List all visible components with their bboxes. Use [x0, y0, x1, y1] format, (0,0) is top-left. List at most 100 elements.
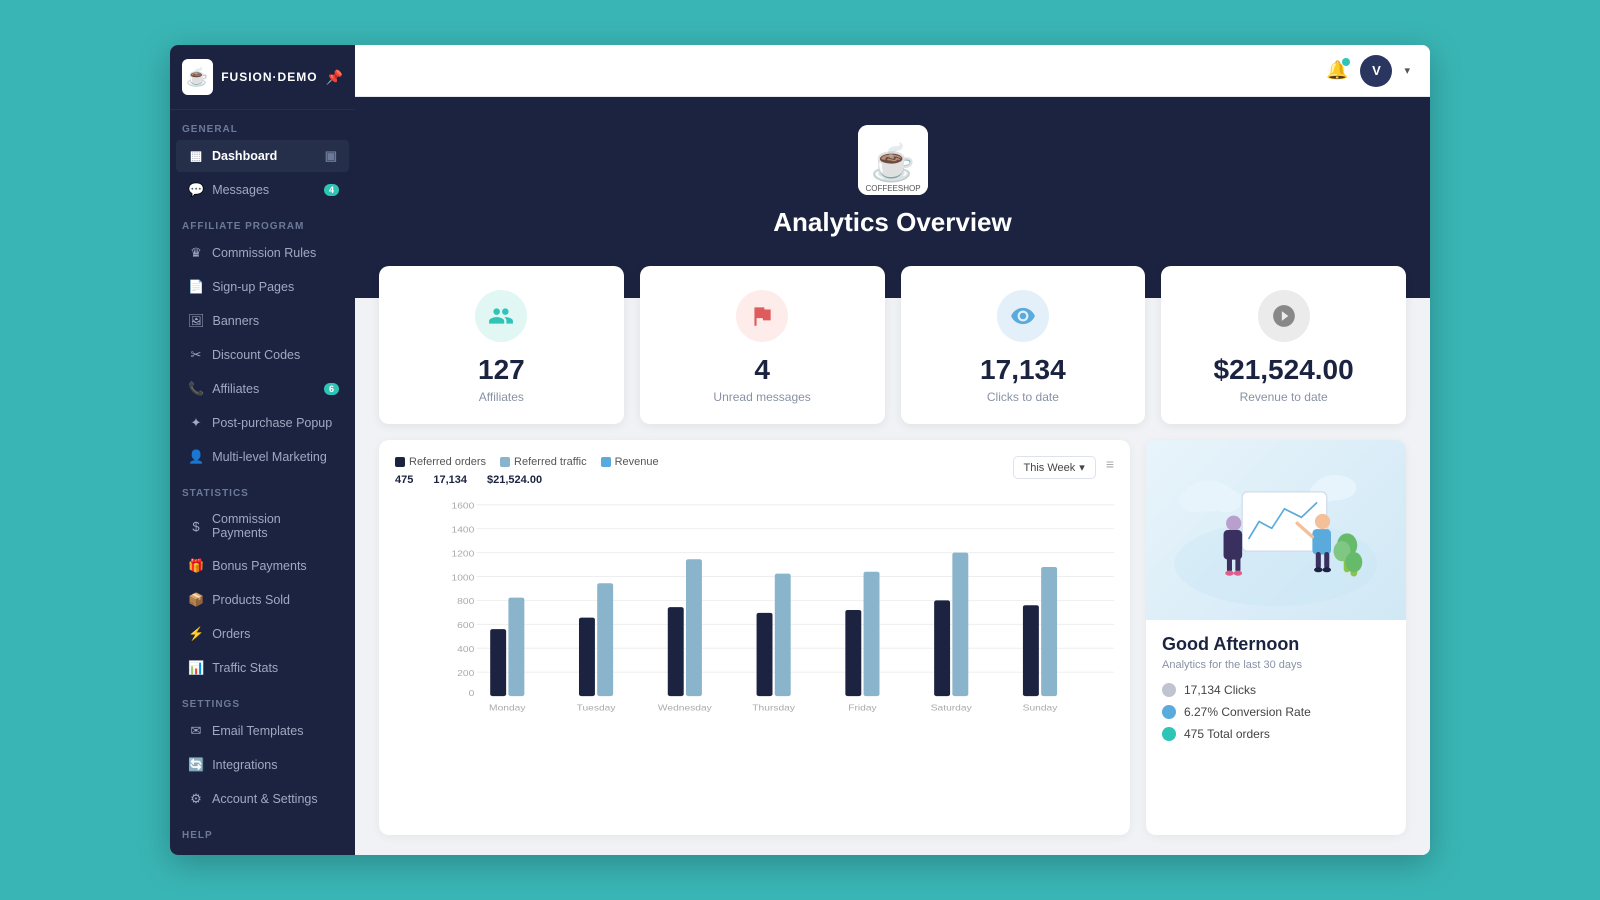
bar-chart: 1600 1400 1200 1000 800 600 400 200 0: [395, 500, 1114, 819]
affiliates-stat-icon: [475, 290, 527, 342]
chart-filter-button[interactable]: This Week ▾: [1013, 456, 1096, 479]
stat-card-clicks: 17,134 Clicks to date: [901, 266, 1146, 424]
main-area: 🔔 V ▾ ☕ COFFEESHOP Analytics Overview: [355, 45, 1430, 855]
dashboard-icon: ▦: [188, 148, 204, 164]
revenue-value: $21,524.00: [1214, 354, 1354, 386]
sidebar-item-bonus-payments[interactable]: 🎁 Bonus Payments: [176, 550, 349, 582]
commission-icon: ♛: [188, 245, 204, 261]
sidebar-item-products-sold[interactable]: 📦 Products Sold: [176, 584, 349, 616]
svg-text:Saturday: Saturday: [931, 703, 972, 713]
app-name: FUSION·DEMO: [221, 70, 317, 84]
legend-label-traffic: Referred traffic: [514, 456, 587, 468]
orders-analytics-label: 475 Total orders: [1184, 727, 1270, 741]
sidebar-item-email-templates[interactable]: ✉ Email Templates: [176, 715, 349, 747]
page-title: Analytics Overview: [773, 207, 1011, 238]
sidebar-item-messages[interactable]: 💬 Messages 4: [176, 174, 349, 206]
sidebar-item-integrations[interactable]: 🔄 Integrations: [176, 749, 349, 781]
filter-dropdown-icon: ▾: [1079, 461, 1085, 474]
sidebar-item-sign-up-pages[interactable]: 📄 Sign-up Pages: [176, 271, 349, 303]
sidebar-label-bonus: Bonus Payments: [212, 559, 307, 573]
clicks-stat-icon: [997, 290, 1049, 342]
sidebar-label-signup: Sign-up Pages: [212, 280, 294, 294]
analytics-list: 17,134 Clicks 6.27% Conversion Rate 475 …: [1162, 683, 1390, 741]
svg-text:COFFEESHOP: COFFEESHOP: [865, 184, 920, 193]
revenue-label: Revenue to date: [1240, 390, 1328, 404]
sidebar-item-dashboard[interactable]: ▦ Dashboard ▣: [176, 140, 349, 172]
svg-text:Friday: Friday: [848, 703, 877, 713]
analytics-subtitle: Analytics for the last 30 days: [1162, 659, 1390, 671]
filter-label: This Week: [1024, 462, 1076, 474]
sidebar-item-mlm[interactable]: 👤 Multi-level Marketing: [176, 441, 349, 473]
sidebar-item-affiliates[interactable]: 📞 Affiliates 6 ▾: [176, 373, 349, 405]
dashboard-lower: Referred orders Referred traffic Revenue: [355, 424, 1430, 855]
right-panel-content: Good Afternoon Analytics for the last 30…: [1146, 620, 1406, 763]
chart-menu-icon[interactable]: ≡: [1106, 456, 1114, 472]
sidebar-label-integrations: Integrations: [212, 758, 277, 772]
email-icon: ✉: [188, 723, 204, 739]
orders-icon: ⚡: [188, 626, 204, 642]
discount-icon: ✂: [188, 347, 204, 363]
pin-icon[interactable]: 📌: [326, 69, 343, 86]
sidebar-item-discount-codes[interactable]: ✂ Discount Codes: [176, 339, 349, 371]
analytics-orders: 475 Total orders: [1162, 727, 1390, 741]
sidebar-item-traffic-stats[interactable]: 📊 Traffic Stats: [176, 652, 349, 684]
messages-icon: 💬: [188, 182, 204, 198]
clicks-value: 17,134: [980, 354, 1066, 386]
affiliates-label: Affiliates: [479, 390, 524, 404]
conversion-analytics-label: 6.27% Conversion Rate: [1184, 705, 1311, 719]
post-purchase-icon: ✦: [188, 415, 204, 431]
legend-dot-dark: [395, 457, 405, 467]
right-panel: Good Afternoon Analytics for the last 30…: [1146, 440, 1406, 835]
svg-text:1000: 1000: [451, 573, 474, 583]
bonus-icon: 🎁: [188, 558, 204, 574]
commission-payments-icon: $: [188, 519, 204, 534]
chart-header: Referred orders Referred traffic Revenue: [395, 456, 1114, 492]
sidebar-label-commission: Commission Rules: [212, 246, 316, 260]
sidebar-item-orders[interactable]: ⚡ Orders: [176, 618, 349, 650]
sidebar-item-commission-rules[interactable]: ♛ Commission Rules: [176, 237, 349, 269]
notifications-bell[interactable]: 🔔: [1326, 60, 1348, 81]
svg-text:Monday: Monday: [489, 703, 526, 713]
svg-text:1200: 1200: [451, 549, 474, 559]
affiliates-icon: 📞: [188, 381, 204, 397]
traffic-icon: 📊: [188, 660, 204, 676]
sidebar: ☕ FUSION·DEMO 📌 General ▦ Dashboard ▣ 💬 …: [170, 45, 355, 855]
stat-card-affiliates: 127 Affiliates: [379, 266, 624, 424]
mlm-icon: 👤: [188, 449, 204, 465]
messages-badge: 4: [324, 184, 339, 196]
unread-label: Unread messages: [713, 390, 810, 404]
unread-value: 4: [754, 354, 770, 386]
dashboard-grid-icon: ▣: [325, 148, 337, 164]
sidebar-label-products: Products Sold: [212, 593, 290, 607]
sidebar-item-banners[interactable]: 🖼 Banners: [176, 305, 349, 337]
svg-text:800: 800: [457, 597, 474, 607]
content-area: ☕ COFFEESHOP Analytics Overview 127 Affi…: [355, 97, 1430, 855]
sidebar-item-commission-payments[interactable]: $ Commission Payments: [176, 504, 349, 548]
legend-dot-blue: [601, 457, 611, 467]
user-avatar[interactable]: V: [1360, 55, 1392, 87]
avatar-dropdown-icon[interactable]: ▾: [1404, 64, 1410, 77]
svg-text:Thursday: Thursday: [752, 703, 795, 713]
sidebar-logo[interactable]: ☕ FUSION·DEMO 📌: [170, 45, 355, 110]
sidebar-label-dashboard: Dashboard: [212, 149, 277, 163]
settings-icon: ⚙: [188, 791, 204, 807]
sidebar-item-account-settings[interactable]: ⚙ Account & Settings: [176, 783, 349, 815]
svg-text:Wednesday: Wednesday: [658, 703, 712, 713]
svg-text:200: 200: [457, 669, 474, 679]
sidebar-label-post-purchase: Post-purchase Popup: [212, 416, 332, 430]
svg-text:1400: 1400: [451, 525, 474, 535]
sidebar-item-post-purchase[interactable]: ✦ Post-purchase Popup: [176, 407, 349, 439]
stat-card-revenue: $21,524.00 Revenue to date: [1161, 266, 1406, 424]
svg-text:Sunday: Sunday: [1023, 703, 1058, 713]
stats-cards-container: 127 Affiliates 4 Unread messages 17,134 …: [355, 266, 1430, 424]
legend-revenue: Revenue: [601, 456, 659, 468]
svg-text:400: 400: [457, 645, 474, 655]
sidebar-label-mlm: Multi-level Marketing: [212, 450, 327, 464]
analytics-conversion: 6.27% Conversion Rate: [1162, 705, 1390, 719]
integrations-icon: 🔄: [188, 757, 204, 773]
chart-legend: Referred orders Referred traffic Revenue: [395, 456, 659, 468]
bell-dot: [1342, 58, 1350, 66]
sidebar-section-settings: Settings: [170, 685, 355, 714]
conversion-dot: [1162, 705, 1176, 719]
sidebar-label-traffic: Traffic Stats: [212, 661, 278, 675]
